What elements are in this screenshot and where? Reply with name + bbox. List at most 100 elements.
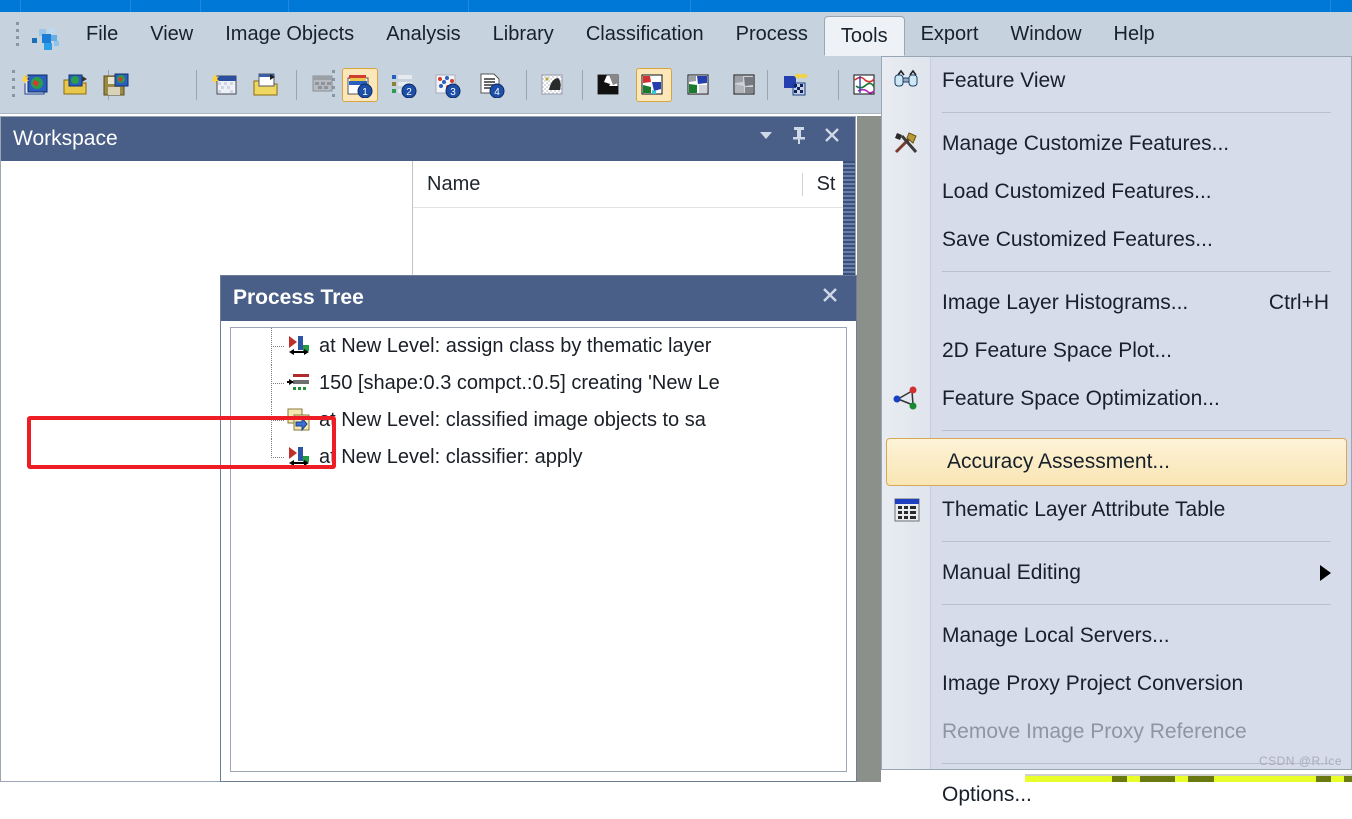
menu-analysis[interactable]: Analysis: [370, 12, 476, 56]
menu-image-objects[interactable]: Image Objects: [209, 12, 370, 56]
menu-separator: [942, 271, 1331, 272]
column-header-name[interactable]: Name: [413, 173, 802, 196]
menu-item-manual-editing[interactable]: Manual Editing: [882, 549, 1351, 597]
load-image-view-1-icon: 1: [346, 72, 374, 99]
menu-library[interactable]: Library: [477, 12, 570, 56]
outline-view-button[interactable]: [848, 68, 884, 102]
menu-item-label: Feature Space Optimization...: [942, 387, 1220, 410]
panel-divider: [857, 116, 881, 782]
menu-item-thematic-layer-attribute-table[interactable]: Thematic Layer Attribute Table: [882, 486, 1351, 534]
load-image-view-3-button[interactable]: 3: [430, 68, 466, 102]
menu-view[interactable]: View: [134, 12, 209, 56]
menu-classification[interactable]: Classification: [570, 12, 720, 56]
segmentation-process-icon: [287, 371, 311, 395]
open-workspace-button[interactable]: [248, 68, 284, 102]
menu-file[interactable]: File: [70, 12, 134, 56]
chevron-down-icon[interactable]: [757, 126, 775, 149]
menu-help[interactable]: Help: [1098, 12, 1171, 56]
ecognition-logo-icon: [30, 26, 64, 52]
menu-item-label: Remove Image Proxy Reference: [942, 720, 1247, 743]
pixel-view-icon: [540, 72, 568, 98]
view-grey-button[interactable]: [728, 68, 764, 102]
process-tree-row[interactable]: at New Level: classified image objects t…: [231, 402, 846, 439]
save-project-button[interactable]: [98, 68, 134, 102]
menu-item-manage-customize-features[interactable]: Manage Customize Features...: [882, 120, 1351, 168]
menu-item-manage-local-servers[interactable]: Manage Local Servers...: [882, 612, 1351, 660]
process-tree-row[interactable]: at New Level: assign class by thematic l…: [231, 328, 846, 365]
view-layer-button[interactable]: [592, 68, 628, 102]
process-tree-title: Process Tree: [233, 286, 364, 309]
close-icon[interactable]: [823, 126, 841, 149]
new-project-button[interactable]: [18, 68, 54, 102]
menu-item-label: Image Proxy Project Conversion: [942, 672, 1244, 695]
feature-space-graph-icon: [892, 385, 922, 413]
menu-process[interactable]: Process: [720, 12, 824, 56]
menu-item-image-layer-histograms[interactable]: Image Layer Histograms... Ctrl+H: [882, 279, 1351, 327]
process-tree-row[interactable]: 150 [shape:0.3 compct.:0.5] creating 'Ne…: [231, 365, 846, 402]
new-workspace-icon: [211, 72, 240, 98]
menu-item-remove-image-proxy-reference: Remove Image Proxy Reference: [882, 708, 1351, 756]
menu-item-label: Accuracy Assessment...: [947, 450, 1170, 473]
process-tree-row[interactable]: at New Level: classifier: apply: [231, 439, 846, 476]
new-project-icon: [21, 72, 50, 98]
new-workspace-button[interactable]: [208, 68, 244, 102]
menu-item-image-proxy-project-conversion[interactable]: Image Proxy Project Conversion: [882, 660, 1351, 708]
svg-text:4: 4: [494, 87, 500, 98]
pixel-view-button[interactable]: [536, 68, 572, 102]
close-icon[interactable]: [820, 284, 840, 311]
menu-item-label: Image Layer Histograms...: [942, 291, 1189, 314]
transparency-button[interactable]: [778, 68, 814, 102]
copy-objects-process-icon: [287, 408, 311, 432]
save-project-icon: [102, 72, 130, 98]
menu-item-label: Options...: [942, 783, 1032, 806]
menu-export[interactable]: Export: [905, 12, 995, 56]
menu-item-feature-space-optimization[interactable]: Feature Space Optimization...: [882, 375, 1351, 423]
binoculars-icon: [892, 67, 922, 95]
load-image-view-3-icon: 3: [434, 72, 462, 99]
menu-drag-handle[interactable]: [14, 22, 24, 48]
menu-item-label: Manage Local Servers...: [942, 624, 1170, 647]
svg-text:2: 2: [406, 87, 412, 98]
menu-item-label: 2D Feature Space Plot...: [942, 339, 1172, 362]
workspace-title-bar: Workspace: [1, 117, 855, 161]
menu-separator: [942, 430, 1331, 431]
menu-item-save-customized-features[interactable]: Save Customized Features...: [882, 216, 1351, 264]
create-copy-button[interactable]: [306, 68, 342, 102]
load-image-view-2-button[interactable]: 2: [386, 68, 422, 102]
load-image-view-2-icon: 2: [390, 72, 418, 99]
menu-item-2d-feature-space-plot[interactable]: 2D Feature Space Plot...: [882, 327, 1351, 375]
hammer-wrench-icon: [892, 130, 922, 158]
view-samples-button[interactable]: [682, 68, 718, 102]
process-tree-row-label: 150 [shape:0.3 compct.:0.5] creating 'Ne…: [319, 372, 720, 394]
menu-window[interactable]: Window: [994, 12, 1097, 56]
menu-separator: [942, 112, 1331, 113]
menu-item-shortcut: Ctrl+H: [1268, 291, 1329, 314]
toolbar-grip-1[interactable]: [10, 70, 18, 100]
menu-item-load-customized-features[interactable]: Load Customized Features...: [882, 168, 1351, 216]
open-project-button[interactable]: [58, 68, 94, 102]
svg-text:1: 1: [362, 87, 368, 98]
submenu-arrow-icon: [1320, 565, 1331, 581]
window-title-bar: [0, 0, 1352, 12]
process-tree-row-label: at New Level: classifier: apply: [319, 446, 583, 468]
transparency-icon: [782, 72, 810, 98]
load-image-view-4-button[interactable]: 4: [474, 68, 510, 102]
pin-icon[interactable]: [791, 125, 807, 150]
menu-item-feature-view[interactable]: Feature View: [882, 57, 1351, 105]
workspace-column-headers: Name St: [413, 161, 855, 208]
menu-item-accuracy-assessment[interactable]: Accuracy Assessment...: [886, 438, 1347, 486]
process-tree-list[interactable]: at New Level: assign class by thematic l…: [230, 327, 847, 772]
menu-item-label: Feature View: [942, 69, 1066, 92]
view-classification-button[interactable]: [636, 68, 672, 102]
create-copy-icon: [310, 72, 338, 98]
menu-separator: [942, 604, 1331, 605]
view-layer-icon: [596, 72, 624, 98]
open-project-icon: [62, 72, 90, 98]
view-classification-icon: [640, 72, 668, 98]
menu-item-label: Save Customized Features...: [942, 228, 1213, 251]
process-tree-row-label: at New Level: classified image objects t…: [319, 409, 706, 431]
process-tree-title-bar: Process Tree: [221, 276, 856, 321]
menu-tools[interactable]: Tools: [823, 16, 905, 56]
menu-bar: File View Image Objects Analysis Library Clas…: [0, 12, 1352, 57]
load-image-view-1-button[interactable]: 1: [342, 68, 378, 102]
